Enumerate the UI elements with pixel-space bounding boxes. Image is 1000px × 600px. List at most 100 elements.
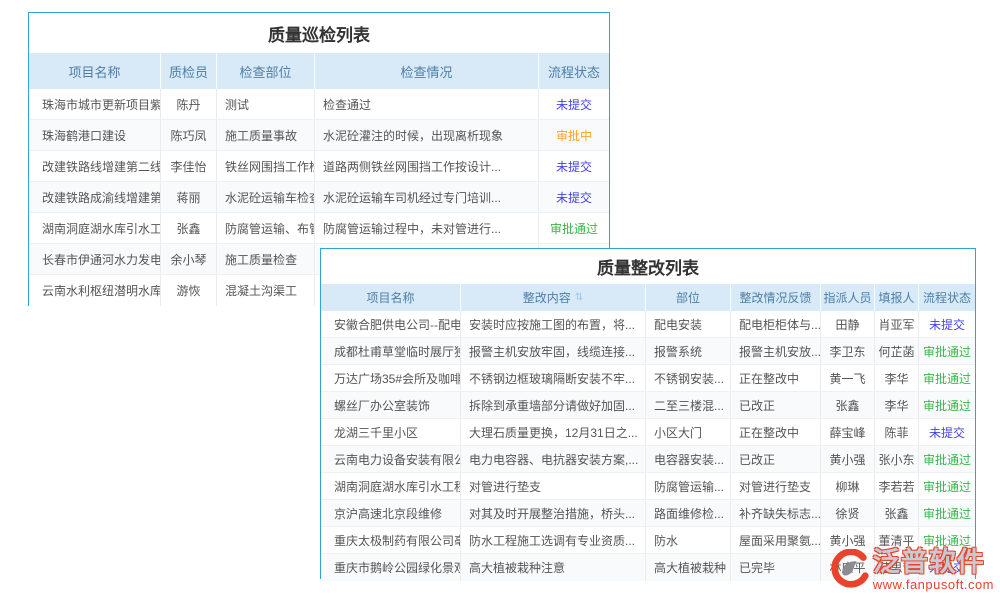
cell-process-status[interactable]: 未提交 (539, 89, 609, 119)
cell-feedback: 正在整改中 (731, 419, 821, 445)
cell-project-name[interactable]: 云南电力设备安装有限公司20... (321, 446, 461, 472)
cell-rectification-content: 防水工程施工选调有专业资质... (461, 527, 646, 553)
cell-rectification-content: 不锈钢边框玻璃隔断安装不牢... (461, 365, 646, 391)
cell-process-status[interactable]: 未提交 (539, 151, 609, 181)
cell-project-name[interactable]: 珠海市城市更新项目紫... (29, 89, 161, 119)
cell-project-name[interactable]: 改建铁路成渝线增建第... (29, 182, 161, 212)
table-row: 湖南洞庭湖水库引水工程施工I标对管进行垫支防腐管运输...对管进行垫支柳琳李若若… (321, 473, 975, 500)
table-row: 珠海市城市更新项目紫...陈丹测试检查通过未提交 (29, 89, 609, 120)
column-header-part: 部位 (646, 284, 731, 311)
column-header-inspection-part: 检查部位 (217, 53, 315, 89)
cell-project-name[interactable]: 成都杜甫草堂临时展厅独立展... (321, 338, 461, 364)
cell-assignee-name[interactable]: 薛宝峰 (821, 419, 875, 445)
cell-part: 二至三楼混... (646, 392, 731, 418)
cell-process-status[interactable]: 未提交 (539, 182, 609, 212)
cell-feedback: 报警主机安放... (731, 338, 821, 364)
cell-part: 高大植被栽种 (646, 554, 731, 581)
rectification-table-body: 安徽合肥供电公司--配电设备...安装时应按施工图的布置，将...配电安装配电柜… (321, 311, 975, 581)
cell-process-status[interactable]: 审批通过 (919, 392, 975, 418)
cell-process-status[interactable]: 审批通过 (919, 473, 975, 499)
cell-project-name[interactable]: 湖南洞庭湖水库引水工... (29, 213, 161, 243)
cell-project-name[interactable]: 长春市伊通河水力发电... (29, 244, 161, 274)
cell-inspection-part: 施工质量事故 (217, 120, 315, 150)
cell-reporter-name[interactable]: 肖亚军 (875, 311, 919, 337)
cell-project-name[interactable]: 安徽合肥供电公司--配电设备... (321, 311, 461, 337)
cell-assignee-name[interactable]: 黄一飞 (821, 365, 875, 391)
cell-inspector-name[interactable]: 李佳怡 (161, 151, 217, 181)
column-header-rectification-content[interactable]: 整改内容⇅ (461, 284, 646, 311)
cell-process-status[interactable]: 审批通过 (539, 213, 609, 243)
cell-inspector-name[interactable]: 蒋丽 (161, 182, 217, 212)
cell-rectification-content: 安装时应按施工图的布置，将... (461, 311, 646, 337)
cell-reporter-name[interactable]: 李若若 (875, 473, 919, 499)
cell-inspector-name[interactable]: 张鑫 (161, 213, 217, 243)
table-row: 云南电力设备安装有限公司20...电力电容器、电抗器安装方案,...电容器安装.… (321, 446, 975, 473)
cell-process-status[interactable]: 审批通过 (919, 338, 975, 364)
cell-assignee-name[interactable]: 李卫东 (821, 338, 875, 364)
cell-inspector-name[interactable]: 游恢 (161, 275, 217, 306)
cell-assignee-name[interactable]: 徐贤 (821, 500, 875, 526)
cell-rectification-content: 拆除到承重墙部分请做好加固... (461, 392, 646, 418)
column-header-project-name: 项目名称 (29, 53, 161, 89)
column-header-label: 指派人员 (823, 289, 871, 306)
cell-process-status[interactable]: 未提交 (919, 419, 975, 445)
cell-feedback: 已改正 (731, 392, 821, 418)
cell-feedback: 配电柜柜体与... (731, 311, 821, 337)
cell-project-name[interactable]: 云南水利枢纽潜明水库... (29, 275, 161, 306)
cell-part: 路面维修检... (646, 500, 731, 526)
cell-process-status[interactable]: 未提交 (919, 311, 975, 337)
cell-inspection-part: 混凝土沟渠工 (217, 275, 315, 306)
cell-feedback: 已完毕 (731, 554, 821, 581)
watermark-url[interactable]: www.fanpusoft.com (873, 577, 994, 592)
cell-feedback: 屋面采用聚氨... (731, 527, 821, 553)
table-row: 改建铁路成渝线增建第...蒋丽水泥砼运输车检查水泥砼运输车司机经过专门培训...… (29, 182, 609, 213)
cell-reporter-name[interactable]: 张鑫 (875, 500, 919, 526)
cell-inspector-name[interactable]: 陈丹 (161, 89, 217, 119)
cell-reporter-name[interactable]: 何芷菡 (875, 338, 919, 364)
cell-inspector-name[interactable]: 陈巧凤 (161, 120, 217, 150)
rectification-table-header: 项目名称整改内容⇅部位整改情况反馈指派人员填报人流程状态 (321, 284, 975, 311)
cell-process-status[interactable]: 审批通过 (919, 500, 975, 526)
rectification-table-title: 质量整改列表 (321, 249, 975, 284)
cell-assignee-name[interactable]: 黄小强 (821, 446, 875, 472)
cell-project-name[interactable]: 龙湖三千里小区 (321, 419, 461, 445)
column-header-assignee-name: 指派人员 (821, 284, 875, 311)
cell-assignee-name[interactable]: 张鑫 (821, 392, 875, 418)
watermark: 泛普软件 www.fanpusoft.com (829, 547, 994, 592)
page: 质量巡检列表 项目名称质检员检查部位检查情况流程状态 珠海市城市更新项目紫...… (0, 0, 1000, 600)
cell-reporter-name[interactable]: 李华 (875, 365, 919, 391)
column-header-label: 整改情况反馈 (739, 289, 811, 306)
sort-icon[interactable]: ⇅ (575, 292, 583, 303)
cell-project-name[interactable]: 京沪高速北京段维修 (321, 500, 461, 526)
cell-project-name[interactable]: 重庆太极制药有限公司亳州中... (321, 527, 461, 553)
cell-process-status[interactable]: 审批通过 (919, 446, 975, 472)
cell-project-name[interactable]: 万达广场35#会所及咖啡厅空... (321, 365, 461, 391)
cell-project-name[interactable]: 湖南洞庭湖水库引水工程施工I标 (321, 473, 461, 499)
cell-reporter-name[interactable]: 李华 (875, 392, 919, 418)
cell-reporter-name[interactable]: 张小东 (875, 446, 919, 472)
cell-rectification-content: 对其及时开展整治措施，桥头... (461, 500, 646, 526)
column-header-label: 填报人 (878, 289, 914, 306)
cell-inspection-part: 防腐管运输、布管 (217, 213, 315, 243)
column-header-inspector-name: 质检员 (161, 53, 217, 89)
cell-reporter-name[interactable]: 陈菲 (875, 419, 919, 445)
cell-rectification-content: 对管进行垫支 (461, 473, 646, 499)
cell-project-name[interactable]: 螺丝厂办公室装饰 (321, 392, 461, 418)
cell-project-name[interactable]: 重庆市鹅岭公园绿化景观提升... (321, 554, 461, 581)
cell-rectification-content: 报警主机安放牢固，线缆连接... (461, 338, 646, 364)
cell-process-status[interactable]: 审批中 (539, 120, 609, 150)
cell-inspector-name[interactable]: 余小琴 (161, 244, 217, 274)
cell-inspection-result: 防腐管运输过程中，未对管进行... (315, 213, 539, 243)
column-header-reporter-name: 填报人 (875, 284, 919, 311)
cell-project-name[interactable]: 改建铁路线增建第二线... (29, 151, 161, 181)
cell-project-name[interactable]: 珠海鹤港口建设 (29, 120, 161, 150)
table-row: 龙湖三千里小区大理石质量更换，12月31日之...小区大门正在整改中薛宝峰陈菲未… (321, 419, 975, 446)
cell-process-status[interactable]: 审批通过 (919, 365, 975, 391)
table-row: 万达广场35#会所及咖啡厅空...不锈钢边框玻璃隔断安装不牢...不锈钢安装..… (321, 365, 975, 392)
cell-assignee-name[interactable]: 柳琳 (821, 473, 875, 499)
column-header-label: 项目名称 (366, 289, 414, 306)
table-row: 螺丝厂办公室装饰拆除到承重墙部分请做好加固...二至三楼混...已改正张鑫李华审… (321, 392, 975, 419)
cell-feedback: 补齐缺失标志... (731, 500, 821, 526)
cell-assignee-name[interactable]: 田静 (821, 311, 875, 337)
cell-rectification-content: 高大植被栽种注意 (461, 554, 646, 581)
